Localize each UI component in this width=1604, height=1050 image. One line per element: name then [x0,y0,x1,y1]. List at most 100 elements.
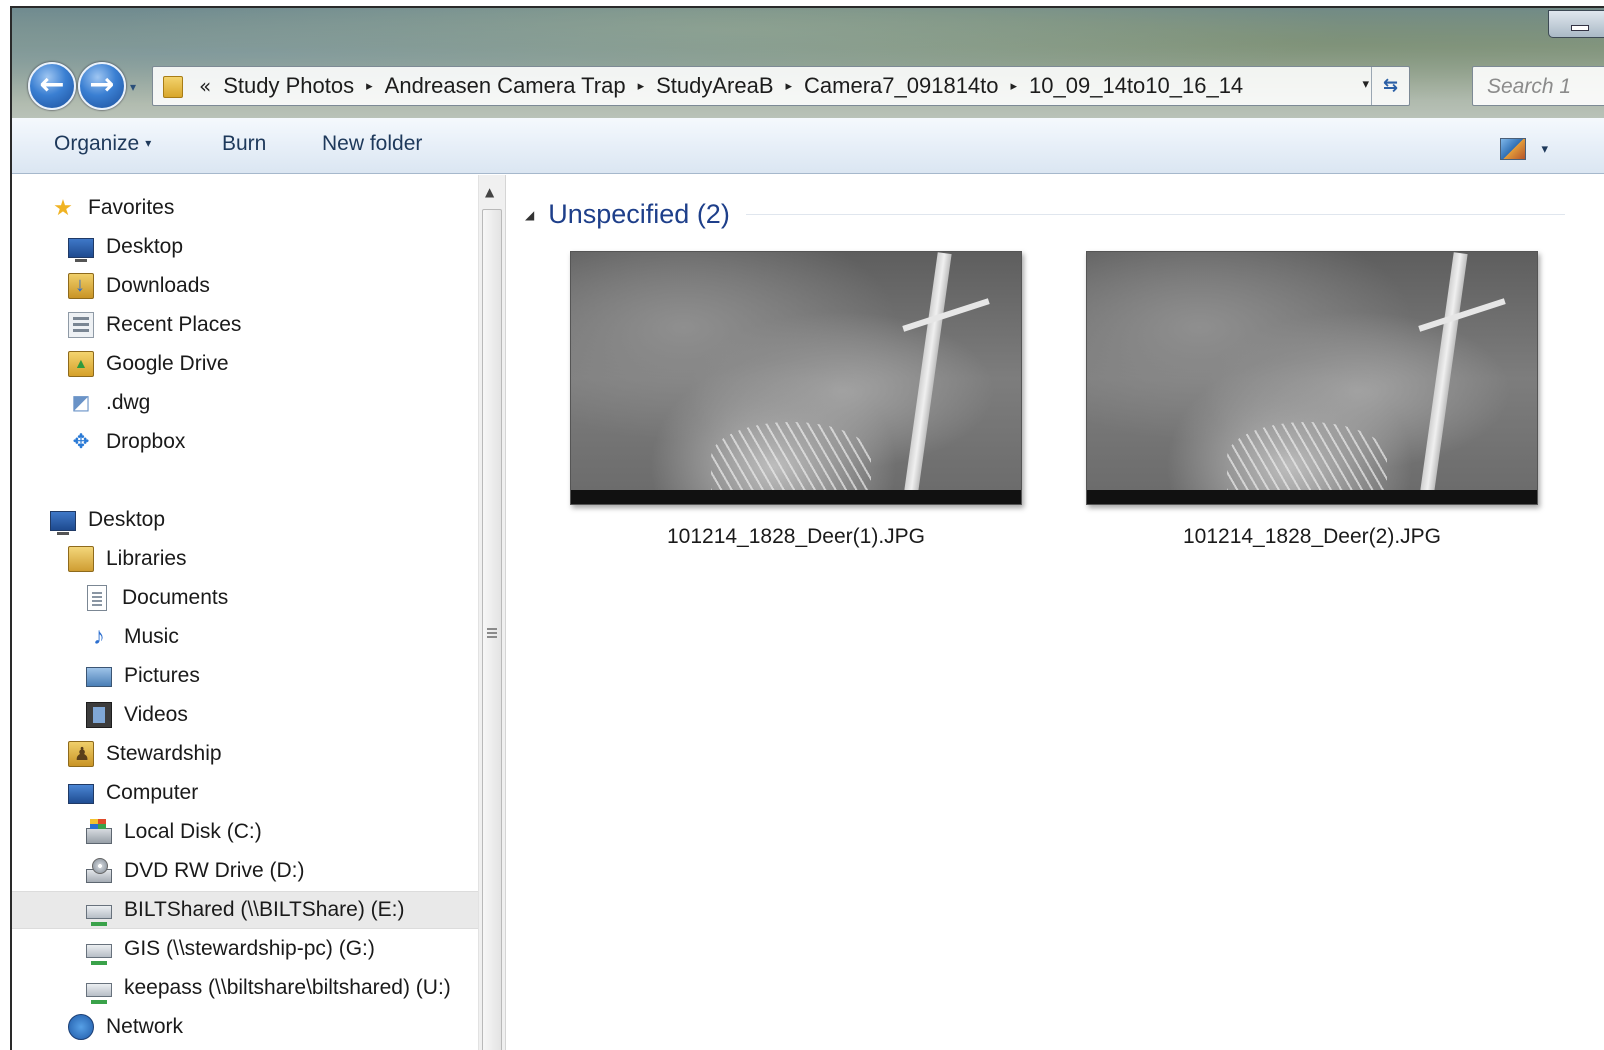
sidebar-item-label: Google Drive [106,352,229,375]
sidebar-item-label: Libraries [106,547,187,570]
organize-label: Organize [54,132,140,155]
documents-icon [87,585,107,611]
folder-icon [163,74,185,98]
recent-pages-dropdown[interactable]: ▾ [130,80,136,94]
sidebar-item-music[interactable]: ♪ Music [12,618,478,656]
network-icon [68,1014,94,1040]
sidebar-item-label: keepass (\\biltshare\biltshared) (U:) [124,976,451,999]
star-icon: ★ [53,195,73,220]
dwg-icon: ◩ [71,392,91,414]
sidebar-item-computer[interactable]: Computer [12,774,478,812]
breadcrumb-camera7[interactable]: Camera7_091814to [804,73,998,99]
sidebar-item-desktop[interactable]: Desktop [12,228,478,266]
sidebar-item-dvd-drive[interactable]: DVD RW Drive (D:) [12,852,478,890]
explorer-window: ← → ▾ « Study Photos ▸ Andreasen Camera … [10,6,1604,1050]
file-name[interactable]: 101214_1828_Deer(2).JPG [1086,525,1538,549]
google-drive-icon [68,350,94,377]
breadcrumb-andreasen-camera-trap[interactable]: Andreasen Camera Trap [385,73,626,99]
scrollbar-thumb[interactable] [482,209,502,1050]
navigation-scrollbar[interactable]: ▲ [478,175,506,1050]
sidebar-item-label: Desktop [88,508,166,531]
videos-icon [86,702,112,728]
desktop-icon [68,238,94,262]
breadcrumb-separator-icon[interactable]: ▸ [1011,79,1018,94]
dropbox-icon: ✥ [72,431,90,453]
photo-branch [1418,298,1506,332]
change-view-icon[interactable] [1500,138,1526,160]
camera-info-strip [571,490,1021,504]
file-name[interactable]: 101214_1828_Deer(1).JPG [570,525,1022,549]
minimize-button[interactable] [1548,10,1604,38]
new-folder-button[interactable]: New folder [322,132,422,156]
network-drive-icon [86,905,112,926]
breadcrumb-separator-icon[interactable]: ▸ [366,79,373,94]
sidebar-item-google-drive[interactable]: Google Drive [12,345,478,383]
libraries-icon [68,546,94,572]
camera-info-strip [1087,490,1537,504]
sidebar-item-documents[interactable]: Documents [12,579,478,617]
organize-button[interactable]: Organize ▾ [54,132,151,156]
sidebar-item-gis[interactable]: GIS (\\stewardship-pc) (G:) [12,930,478,968]
sidebar-item-label: GIS (\\stewardship-pc) (G:) [124,937,375,960]
sidebar-item-stewardship[interactable]: Stewardship [12,735,478,773]
breadcrumb-separator-icon[interactable]: ▸ [786,79,793,94]
downloads-icon [68,272,94,299]
sidebar-item-label: Stewardship [106,742,222,765]
search-input[interactable]: Search 1 [1472,66,1604,106]
sidebar-item-label: Music [124,625,179,648]
sidebar-item-keepass[interactable]: keepass (\\biltshare\biltshared) (U:) [12,969,478,1007]
back-button[interactable]: ← [28,62,76,110]
sidebar-item-label: .dwg [106,391,151,414]
computer-icon [68,784,94,804]
sidebar-item-downloads[interactable]: Downloads [12,267,478,305]
music-icon: ♪ [93,623,105,650]
sidebar-item-dropbox[interactable]: ✥ Dropbox [12,423,478,461]
burn-button[interactable]: Burn [222,132,266,156]
sidebar-item-label: Dropbox [106,430,186,453]
back-arrow-icon: ← [39,67,65,102]
sidebar-item-label: Network [106,1015,184,1038]
sidebar-item-desktop-root[interactable]: Desktop [12,501,478,539]
sidebar-item-label: Downloads [106,274,210,297]
file-list-pane: ◢ Unspecified (2) 101214_1828_Deer(1).JP… [507,175,1604,1050]
command-bar: Organize ▾ Burn New folder ▾ [12,118,1604,174]
forward-button[interactable]: → [78,62,126,110]
sidebar-item-dwg[interactable]: ◩ .dwg [12,384,478,422]
breadcrumb-studyareab[interactable]: StudyAreaB [656,73,773,99]
sidebar-item-biltshared[interactable]: BILTShared (\\BILTShare) (E:) [12,891,478,929]
sidebar-item-network[interactable]: Network [12,1008,478,1046]
sidebar-item-favorites[interactable]: ★ Favorites [12,189,478,227]
network-drive-icon [86,983,112,1004]
sidebar-item-libraries[interactable]: Libraries [12,540,478,578]
breadcrumb-current-folder[interactable]: 10_09_14to10_16_14 [1029,73,1243,99]
sidebar-item-label: Videos [124,703,188,726]
breadcrumb-study-photos[interactable]: Study Photos [223,73,354,99]
file-thumbnail[interactable] [570,251,1022,505]
breadcrumb-overflow[interactable]: « [199,74,211,98]
sidebar-item-pictures[interactable]: Pictures [12,657,478,695]
photo-fern [711,422,871,492]
collapse-triangle-icon[interactable]: ◢ [525,208,534,222]
sidebar-item-label: Desktop [106,235,184,258]
file-thumbnail[interactable] [1086,251,1538,505]
photo-branch [902,298,990,332]
sidebar-item-label: DVD RW Drive (D:) [124,859,305,882]
address-bar[interactable]: « Study Photos ▸ Andreasen Camera Trap ▸… [152,66,1410,106]
sidebar-item-label: Pictures [124,664,200,687]
sidebar-item-label: Recent Places [106,313,242,336]
sidebar-item-videos[interactable]: Videos [12,696,478,734]
sidebar-item-recent-places[interactable]: Recent Places [12,306,478,344]
chevron-down-icon: ▾ [145,136,152,150]
group-title: Unspecified (2) [548,199,730,229]
address-history-dropdown[interactable]: ▾ [1362,77,1369,92]
breadcrumb-separator-icon[interactable]: ▸ [638,79,645,94]
sidebar-item-local-disk[interactable]: Local Disk (C:) [12,813,478,851]
sidebar-item-label: Local Disk (C:) [124,820,262,843]
view-options-dropdown[interactable]: ▾ [1541,142,1548,157]
group-divider [745,214,1565,215]
scroll-up-arrow-icon[interactable]: ▲ [485,185,494,199]
sidebar-item-label: Documents [122,586,229,609]
group-header[interactable]: ◢ Unspecified (2) [525,199,1565,230]
photo-tree [1420,252,1468,492]
refresh-button[interactable]: ⇆ [1371,67,1409,105]
